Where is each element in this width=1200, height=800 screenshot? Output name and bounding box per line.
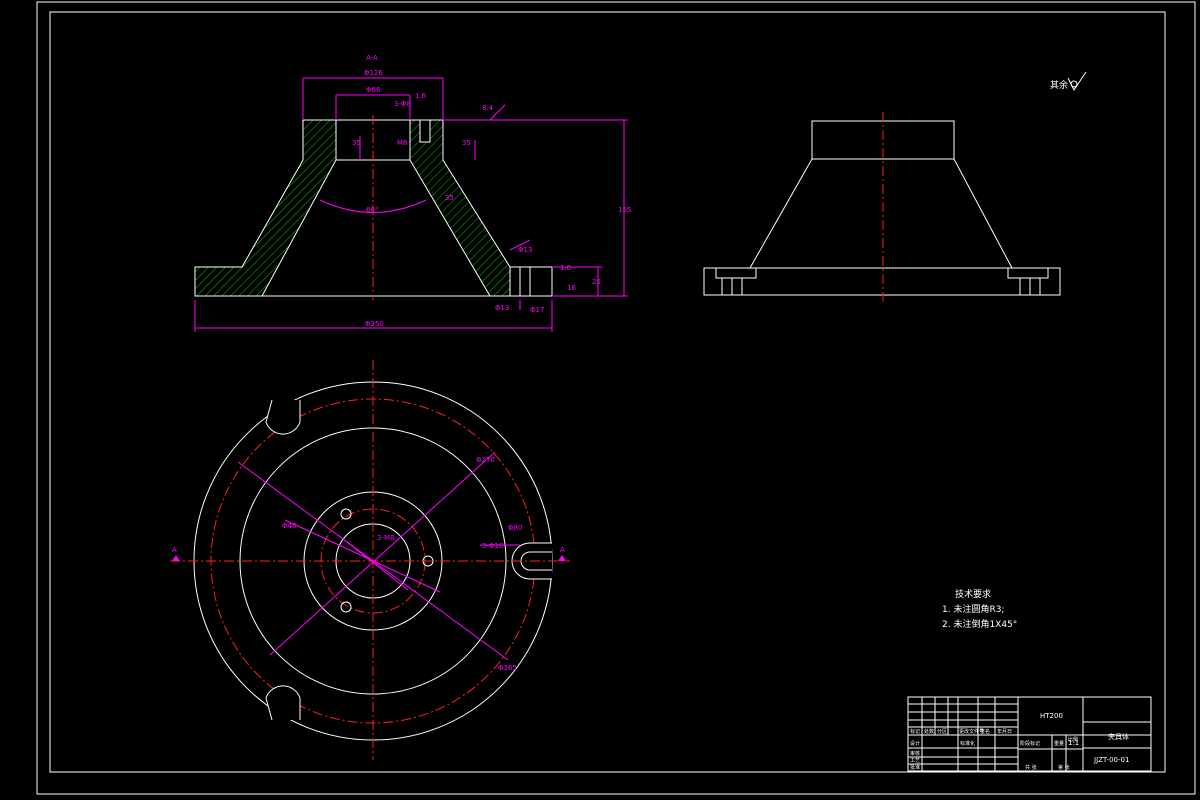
side-view <box>703 112 1061 302</box>
dim-section-label: A-A <box>366 54 378 62</box>
tb-drawing-no: JJZT-00-01 <box>1093 756 1129 764</box>
dim-top-height: 35 <box>352 139 361 147</box>
tech-requirements: 技术要求 1. 未注圆角R3; 2. 未注倒角1X45° <box>942 588 1017 630</box>
tech-title: 技术要求 <box>955 588 991 600</box>
dim-flange-height: 16 <box>567 284 576 292</box>
dim-top-dia-inner: Φ66 <box>366 86 381 94</box>
tb-material: HT200 <box>1040 712 1063 720</box>
hatch-left <box>194 119 337 297</box>
roughness-symbol: 其余 <box>1050 71 1087 91</box>
dim-thread-note: M8 <box>397 139 408 147</box>
dim-top-height-inner: 35 <box>462 139 471 147</box>
dim-flange-d: Φ17 <box>530 306 544 314</box>
tb-cell-7: 标准化 <box>960 740 975 747</box>
tb-cell-11: 阶段标记 <box>1020 740 1040 747</box>
dim-angle: 60° <box>366 206 378 214</box>
tb-cell-10: 批准 <box>910 764 920 771</box>
tb-cell-6: 设计 <box>910 740 920 747</box>
tb-cell-9: 工艺 <box>910 758 920 764</box>
tb-cell-8: 审核 <box>910 750 920 757</box>
dim-slot-width: 3-Φ8 <box>394 100 411 108</box>
dim-flange-c: Φ13 <box>495 304 509 312</box>
tb-cell-13: 比例 <box>1068 736 1078 743</box>
roughness-label: 其余 <box>1050 79 1068 91</box>
cad-drawing: A-A Φ126 Φ66 3-Φ8 1.6 8.4 35 M8 35 60° 3… <box>36 1 1196 795</box>
plan-view <box>170 360 570 760</box>
section-view: A-A Φ126 Φ66 3-Φ8 1.6 8.4 35 M8 35 60° 3… <box>194 54 631 332</box>
plan-dim-b: Φ46 <box>282 522 297 530</box>
dim-slot-depth: 8.4 <box>482 104 494 112</box>
dim-top-dia-outer: Φ126 <box>364 69 383 77</box>
hatch-right <box>409 119 511 297</box>
dim-flange-b: 1.6 <box>560 264 572 272</box>
inner-frame <box>49 11 1166 773</box>
tb-cell-12: 重量 <box>1054 740 1064 747</box>
plan-dim-a: Φ270 <box>476 456 495 464</box>
dim-base-dia: Φ350 <box>365 320 384 328</box>
plan-dim-d: Φ365 <box>498 664 517 672</box>
tb-cell-4: 签名 <box>980 728 990 735</box>
tb-cell-5: 年月日 <box>997 728 1012 735</box>
tb-cell-0: 标记 <box>910 728 920 735</box>
tb-cell-15: 第 张 <box>1058 764 1070 771</box>
section-mark-left: A <box>172 546 177 554</box>
dim-base-height: 25 <box>592 278 601 286</box>
tb-cell-2: 分区 <box>937 728 947 735</box>
dim-chamfer-top: 1.6 <box>415 92 427 100</box>
tech-item-1: 1. 未注圆角R3; <box>942 603 1004 615</box>
tb-part-name: 夹具体 <box>1108 732 1129 741</box>
dim-total-height: 155 <box>618 206 631 214</box>
outer-frame <box>36 1 1196 795</box>
plan-dim-e: 3-M8 <box>377 534 394 542</box>
section-mark-right: A <box>560 546 565 554</box>
dim-wall-thickness: 35 <box>445 194 454 202</box>
plan-dim-c: 3-Φ16 <box>482 542 504 550</box>
tech-item-2: 2. 未注倒角1X45° <box>942 618 1017 630</box>
dim-flange-a: Φ13 <box>518 246 532 254</box>
plan-dim-f: Φ80 <box>508 524 522 532</box>
tb-cell-14: 共 张 <box>1025 764 1037 771</box>
tb-cell-1: 处数 <box>924 728 934 735</box>
